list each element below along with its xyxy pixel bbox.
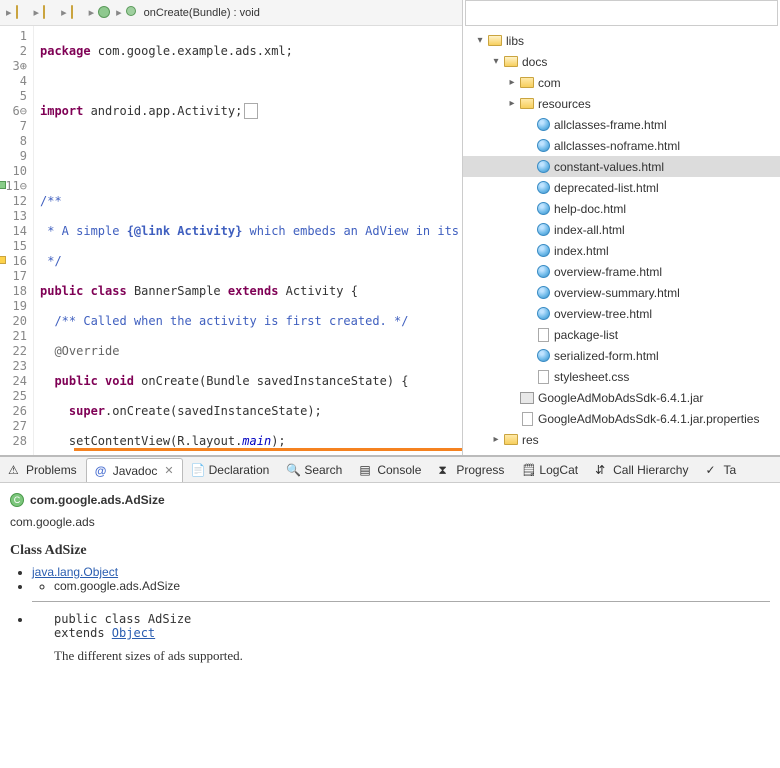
javadoc-description: The different sizes of ads supported.	[54, 648, 770, 664]
javadoc-package: com.google.ads	[10, 515, 770, 529]
tab-search[interactable]: 🔍Search	[278, 457, 351, 483]
javadoc-view: C com.google.ads.AdSize com.google.ads C…	[0, 483, 780, 768]
javadoc-class-heading: Class AdSize	[10, 543, 770, 559]
nav-icon[interactable]	[98, 6, 112, 20]
line-gutter: 1 2 3⊕ 4 5 6⊖ 7 8 9 10 11⊖ 12 13 14 15 1…	[0, 26, 34, 455]
tab-tasks[interactable]: ✓Ta	[697, 457, 745, 483]
chevron-right-icon: ▸	[116, 6, 122, 19]
tree-file[interactable]: overview-summary.html	[463, 282, 780, 303]
chevron-right-icon: ▸	[61, 6, 67, 19]
tab-progress[interactable]: ⧗Progress	[430, 457, 513, 483]
chevron-right-icon: ▸	[6, 6, 12, 19]
tree-file[interactable]: help-doc.html	[463, 198, 780, 219]
package-explorer: ▾libs ▾docs ▸com ▸resources allclasses-f…	[463, 0, 780, 455]
tree-file[interactable]: constant-values.html	[463, 156, 780, 177]
nav-icon[interactable]	[16, 6, 30, 20]
progress-icon: ⧗	[438, 463, 452, 477]
class-icon: C	[10, 493, 24, 507]
javadoc-fqname: com.google.ads.AdSize	[54, 579, 770, 593]
javadoc-signature: public class AdSize extends Object	[54, 612, 770, 640]
chevron-right-icon: ▸	[34, 6, 40, 19]
tree-file[interactable]: overview-tree.html	[463, 303, 780, 324]
problems-icon: ⚠	[8, 463, 22, 477]
call-hierarchy-icon: ⇵	[595, 463, 609, 477]
nav-icon[interactable]	[71, 6, 85, 20]
breadcrumb-bar: ▸ ▸ ▸ ▸ ▸ onCreate(Bundle) : void	[0, 0, 462, 26]
logcat-icon: 🗒	[521, 463, 535, 477]
tab-console[interactable]: ▤Console	[351, 457, 430, 483]
breadcrumb-method[interactable]: onCreate(Bundle) : void	[144, 7, 260, 19]
tree-file[interactable]: serialized-form.html	[463, 345, 780, 366]
tab-problems[interactable]: ⚠Problems	[0, 457, 86, 483]
tree-file[interactable]: overview-frame.html	[463, 261, 780, 282]
warning-marker-icon	[0, 181, 6, 189]
chevron-right-icon: ▸	[89, 6, 95, 19]
tree-jar[interactable]: GoogleAdMobAdsSdk-6.4.1.jar	[463, 387, 780, 408]
tasks-icon: ✓	[705, 463, 719, 477]
tab-javadoc[interactable]: @Javadoc✕	[86, 458, 183, 484]
javadoc-icon: @	[95, 464, 109, 478]
tree-file[interactable]: stylesheet.css	[463, 366, 780, 387]
tree-folder-resources[interactable]: ▸resources	[463, 93, 780, 114]
declaration-icon: 📄	[191, 463, 205, 477]
console-icon: ▤	[359, 463, 373, 477]
tree-file[interactable]: package-list	[463, 324, 780, 345]
tree-jar-props[interactable]: GoogleAdMobAdsSdk-6.4.1.jar.properties	[463, 408, 780, 429]
error-marker-icon	[0, 256, 6, 264]
tree-folder-libs[interactable]: ▾libs	[463, 30, 780, 51]
code-body[interactable]: package com.google.example.ads.xml; impo…	[34, 26, 462, 455]
search-icon: 🔍	[286, 463, 300, 477]
javadoc-superclass-link[interactable]: java.lang.Object	[32, 565, 118, 579]
editor-panel: ▸ ▸ ▸ ▸ ▸ onCreate(Bundle) : void 1 2 3⊕…	[0, 0, 463, 455]
method-icon	[126, 6, 140, 20]
javadoc-title: com.google.ads.AdSize	[30, 493, 165, 507]
tab-declaration[interactable]: 📄Declaration	[183, 457, 279, 483]
tab-callhierarchy[interactable]: ⇵Call Hierarchy	[587, 457, 697, 483]
tree-folder-com[interactable]: ▸com	[463, 72, 780, 93]
nav-icon[interactable]	[43, 6, 57, 20]
tree-filter-input[interactable]	[465, 0, 778, 26]
close-icon[interactable]: ✕	[164, 464, 173, 477]
tree-file[interactable]: allclasses-noframe.html	[463, 135, 780, 156]
tree-file[interactable]: index-all.html	[463, 219, 780, 240]
tree-folder-res[interactable]: ▸res	[463, 429, 780, 450]
javadoc-object-link[interactable]: Object	[112, 626, 155, 640]
code-editor[interactable]: 1 2 3⊕ 4 5 6⊖ 7 8 9 10 11⊖ 12 13 14 15 1…	[0, 26, 462, 455]
tree-file[interactable]: deprecated-list.html	[463, 177, 780, 198]
tree-file[interactable]: index.html	[463, 240, 780, 261]
horizontal-scrollbar[interactable]	[74, 448, 462, 451]
tab-logcat[interactable]: 🗒LogCat	[513, 457, 587, 483]
tree-file[interactable]: allclasses-frame.html	[463, 114, 780, 135]
bottom-tabs: ⚠Problems @Javadoc✕ 📄Declaration 🔍Search…	[0, 457, 780, 483]
tree-folder-docs[interactable]: ▾docs	[463, 51, 780, 72]
